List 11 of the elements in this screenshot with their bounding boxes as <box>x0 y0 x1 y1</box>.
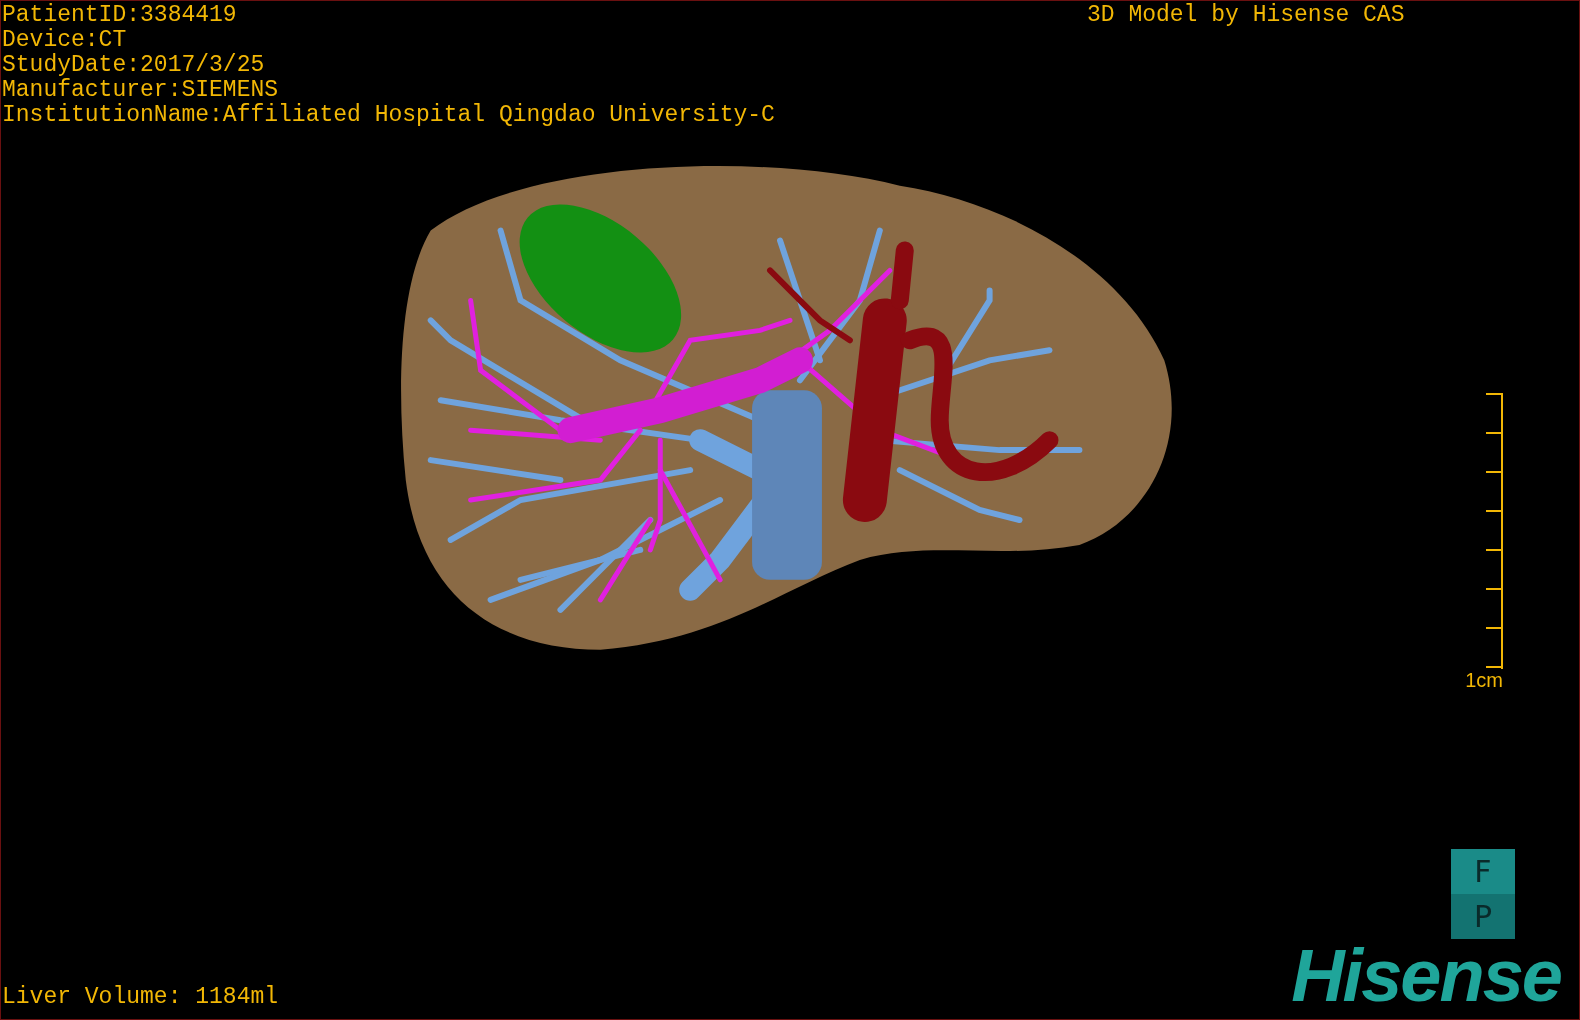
patient-info-text: StudyDate:2017/3/25 <box>2 53 265 78</box>
model-title: 3D Model by Hisense CAS <box>1087 3 1405 28</box>
patient-info-text: Manufacturer:SIEMENS <box>2 78 279 103</box>
patient-info-text: InstitutionName:Affiliated Hospital Qingdao University-C <box>2 103 775 128</box>
patient-info-text: Device:CT <box>2 28 127 53</box>
orientation-cube-face[interactable]: F <box>1451 849 1515 894</box>
patient-info-text: PatientID:3384419 <box>2 3 237 28</box>
orientation-cube-face[interactable]: P <box>1451 894 1515 939</box>
logo: Hisense <box>1291 939 1562 1013</box>
liver-volume-text: Liver Volume: 1184ml <box>2 985 279 1010</box>
scale-label: 1cm <box>1465 669 1503 691</box>
